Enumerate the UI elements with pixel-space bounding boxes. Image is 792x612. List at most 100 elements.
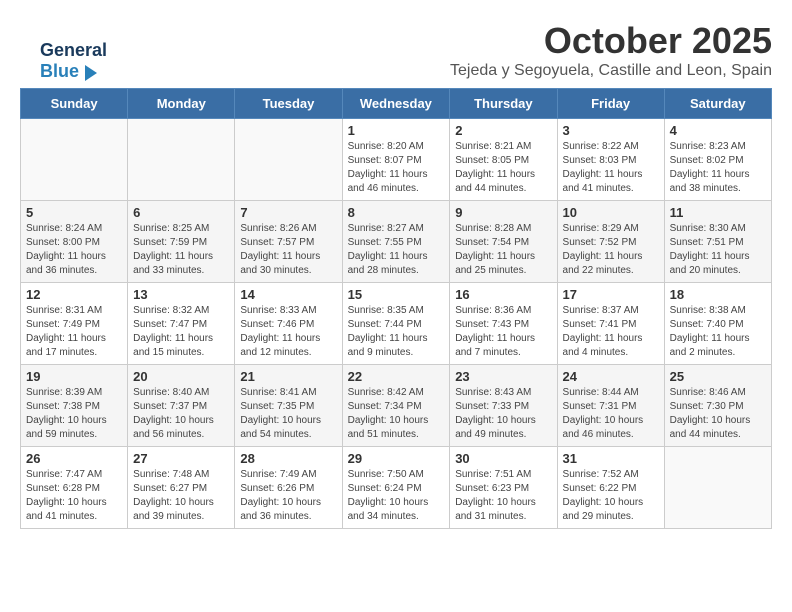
day-info: Sunrise: 7:52 AM Sunset: 6:22 PM Dayligh… bbox=[563, 468, 659, 524]
calendar-cell: 25 Sunrise: 8:46 AM Sunset: 7:30 PM Dayli… bbox=[664, 365, 771, 447]
calendar-cell: 8 Sunrise: 8:27 AM Sunset: 7:55 PM Daylig… bbox=[342, 201, 450, 283]
calendar-cell: 31Sunrise: 7:52 AM Sunset: 6:22 PM Dayli… bbox=[557, 447, 664, 529]
day-info: Sunrise: 8:36 AM Sunset: 7:43 PM Dayligh… bbox=[455, 304, 551, 360]
calendar-cell: 2Sunrise: 8:21 AM Sunset: 8:05 PM Daylig… bbox=[450, 119, 557, 201]
calendar-cell: 29 Sunrise: 7:50 AM Sunset: 6:24 PM Dayli… bbox=[342, 447, 450, 529]
day-number: 26 bbox=[26, 451, 122, 466]
day-number: 28 bbox=[240, 451, 336, 466]
day-number: 10 bbox=[563, 205, 659, 220]
day-number: 21 bbox=[240, 369, 336, 384]
day-info: Sunrise: 8:46 AM Sunset: 7:30 PM Dayligh… bbox=[670, 386, 766, 442]
day-number: 8 bbox=[348, 205, 445, 220]
calendar-cell: 24 Sunrise: 8:44 AM Sunset: 7:31 PM Dayli… bbox=[557, 365, 664, 447]
week-row-3: 12 Sunrise: 8:31 AM Sunset: 7:49 PM Dayli… bbox=[21, 283, 772, 365]
day-number: 17 bbox=[563, 287, 659, 302]
day-info: Sunrise: 8:27 AM Sunset: 7:55 PM Dayligh… bbox=[348, 222, 445, 278]
day-number: 29 bbox=[348, 451, 445, 466]
day-info: Sunrise: 8:40 AM Sunset: 7:37 PM Dayligh… bbox=[133, 386, 229, 442]
calendar-cell: 28Sunrise: 7:49 AM Sunset: 6:26 PM Dayli… bbox=[235, 447, 342, 529]
calendar-cell: 10 Sunrise: 8:29 AM Sunset: 7:52 PM Dayli… bbox=[557, 201, 664, 283]
day-info: Sunrise: 8:43 AM Sunset: 7:33 PM Dayligh… bbox=[455, 386, 551, 442]
day-number: 3 bbox=[563, 123, 659, 138]
week-row-4: 19 Sunrise: 8:39 AM Sunset: 7:38 PM Dayli… bbox=[21, 365, 772, 447]
weekday-header-wednesday: Wednesday bbox=[342, 89, 450, 119]
day-info: Sunrise: 7:48 AM Sunset: 6:27 PM Dayligh… bbox=[133, 468, 229, 524]
day-info: Sunrise: 7:50 AM Sunset: 6:24 PM Dayligh… bbox=[348, 468, 445, 524]
month-title: October 2025 bbox=[20, 20, 772, 62]
day-info: Sunrise: 8:32 AM Sunset: 7:47 PM Dayligh… bbox=[133, 304, 229, 360]
day-info: Sunrise: 8:35 AM Sunset: 7:44 PM Dayligh… bbox=[348, 304, 445, 360]
day-number: 4 bbox=[670, 123, 766, 138]
calendar-cell: 26 Sunrise: 7:47 AM Sunset: 6:28 PM Dayli… bbox=[21, 447, 128, 529]
calendar-cell: 19 Sunrise: 8:39 AM Sunset: 7:38 PM Dayli… bbox=[21, 365, 128, 447]
day-number: 25 bbox=[670, 369, 766, 384]
day-number: 27 bbox=[133, 451, 229, 466]
day-number: 19 bbox=[26, 369, 122, 384]
day-number: 24 bbox=[563, 369, 659, 384]
day-info: Sunrise: 8:44 AM Sunset: 7:31 PM Dayligh… bbox=[563, 386, 659, 442]
day-number: 1 bbox=[348, 123, 445, 138]
calendar-cell: 23 Sunrise: 8:43 AM Sunset: 7:33 PM Dayli… bbox=[450, 365, 557, 447]
day-number: 22 bbox=[348, 369, 445, 384]
calendar-cell bbox=[235, 119, 342, 201]
calendar-cell bbox=[128, 119, 235, 201]
day-number: 14 bbox=[240, 287, 336, 302]
day-info: Sunrise: 8:42 AM Sunset: 7:34 PM Dayligh… bbox=[348, 386, 445, 442]
logo: General Blue bbox=[40, 40, 107, 82]
day-info: Sunrise: 8:37 AM Sunset: 7:41 PM Dayligh… bbox=[563, 304, 659, 360]
day-number: 11 bbox=[670, 205, 766, 220]
calendar-table: SundayMondayTuesdayWednesdayThursdayFrid… bbox=[20, 88, 772, 529]
calendar-cell: 17 Sunrise: 8:37 AM Sunset: 7:41 PM Dayli… bbox=[557, 283, 664, 365]
week-row-5: 26 Sunrise: 7:47 AM Sunset: 6:28 PM Dayli… bbox=[21, 447, 772, 529]
day-number: 23 bbox=[455, 369, 551, 384]
calendar-cell: 22 Sunrise: 8:42 AM Sunset: 7:34 PM Dayli… bbox=[342, 365, 450, 447]
day-number: 13 bbox=[133, 287, 229, 302]
day-info: Sunrise: 8:38 AM Sunset: 7:40 PM Dayligh… bbox=[670, 304, 766, 360]
logo-blue: Blue bbox=[40, 61, 79, 81]
day-info: Sunrise: 8:31 AM Sunset: 7:49 PM Dayligh… bbox=[26, 304, 122, 360]
day-number: 16 bbox=[455, 287, 551, 302]
weekday-header-sunday: Sunday bbox=[21, 89, 128, 119]
calendar-cell: 5 Sunrise: 8:24 AM Sunset: 8:00 PM Daylig… bbox=[21, 201, 128, 283]
day-number: 30 bbox=[455, 451, 551, 466]
day-info: Sunrise: 8:30 AM Sunset: 7:51 PM Dayligh… bbox=[670, 222, 766, 278]
calendar-cell bbox=[664, 447, 771, 529]
location-title: Tejeda y Segoyuela, Castille and Leon, S… bbox=[20, 62, 772, 80]
calendar-cell: 11 Sunrise: 8:30 AM Sunset: 7:51 PM Dayli… bbox=[664, 201, 771, 283]
day-number: 6 bbox=[133, 205, 229, 220]
top-section: General Blue October 2025 Tejeda y Segoy… bbox=[20, 20, 772, 80]
day-info: Sunrise: 7:47 AM Sunset: 6:28 PM Dayligh… bbox=[26, 468, 122, 524]
week-row-2: 5 Sunrise: 8:24 AM Sunset: 8:00 PM Daylig… bbox=[21, 201, 772, 283]
calendar-cell: 7 Sunrise: 8:26 AM Sunset: 7:57 PM Daylig… bbox=[235, 201, 342, 283]
day-info: Sunrise: 8:41 AM Sunset: 7:35 PM Dayligh… bbox=[240, 386, 336, 442]
day-number: 18 bbox=[670, 287, 766, 302]
weekday-header-row: SundayMondayTuesdayWednesdayThursdayFrid… bbox=[21, 89, 772, 119]
day-info: Sunrise: 7:51 AM Sunset: 6:23 PM Dayligh… bbox=[455, 468, 551, 524]
calendar-cell: 21 Sunrise: 8:41 AM Sunset: 7:35 PM Dayli… bbox=[235, 365, 342, 447]
day-info: Sunrise: 8:39 AM Sunset: 7:38 PM Dayligh… bbox=[26, 386, 122, 442]
day-info: Sunrise: 8:29 AM Sunset: 7:52 PM Dayligh… bbox=[563, 222, 659, 278]
day-number: 5 bbox=[26, 205, 122, 220]
calendar-cell: 27 Sunrise: 7:48 AM Sunset: 6:27 PM Dayli… bbox=[128, 447, 235, 529]
calendar-cell: 14 Sunrise: 8:33 AM Sunset: 7:46 PM Dayli… bbox=[235, 283, 342, 365]
header-section: October 2025 Tejeda y Segoyuela, Castill… bbox=[20, 20, 772, 80]
logo-arrow-icon bbox=[85, 65, 97, 81]
day-info: Sunrise: 8:24 AM Sunset: 8:00 PM Dayligh… bbox=[26, 222, 122, 278]
calendar-cell: 30 Sunrise: 7:51 AM Sunset: 6:23 PM Dayli… bbox=[450, 447, 557, 529]
day-number: 12 bbox=[26, 287, 122, 302]
calendar-cell bbox=[21, 119, 128, 201]
weekday-header-saturday: Saturday bbox=[664, 89, 771, 119]
calendar-cell: 18 Sunrise: 8:38 AM Sunset: 7:40 PM Dayli… bbox=[664, 283, 771, 365]
day-info: Sunrise: 8:33 AM Sunset: 7:46 PM Dayligh… bbox=[240, 304, 336, 360]
day-info: Sunrise: 8:23 AM Sunset: 8:02 PM Dayligh… bbox=[670, 140, 766, 196]
calendar-cell: 9Sunrise: 8:28 AM Sunset: 7:54 PM Daylig… bbox=[450, 201, 557, 283]
day-info: Sunrise: 8:26 AM Sunset: 7:57 PM Dayligh… bbox=[240, 222, 336, 278]
day-info: Sunrise: 8:22 AM Sunset: 8:03 PM Dayligh… bbox=[563, 140, 659, 196]
day-number: 9 bbox=[455, 205, 551, 220]
day-number: 7 bbox=[240, 205, 336, 220]
day-number: 15 bbox=[348, 287, 445, 302]
day-number: 20 bbox=[133, 369, 229, 384]
calendar-cell: 13 Sunrise: 8:32 AM Sunset: 7:47 PM Dayli… bbox=[128, 283, 235, 365]
calendar-cell: 20 Sunrise: 8:40 AM Sunset: 7:37 PM Dayli… bbox=[128, 365, 235, 447]
calendar-cell: 16 Sunrise: 8:36 AM Sunset: 7:43 PM Dayli… bbox=[450, 283, 557, 365]
